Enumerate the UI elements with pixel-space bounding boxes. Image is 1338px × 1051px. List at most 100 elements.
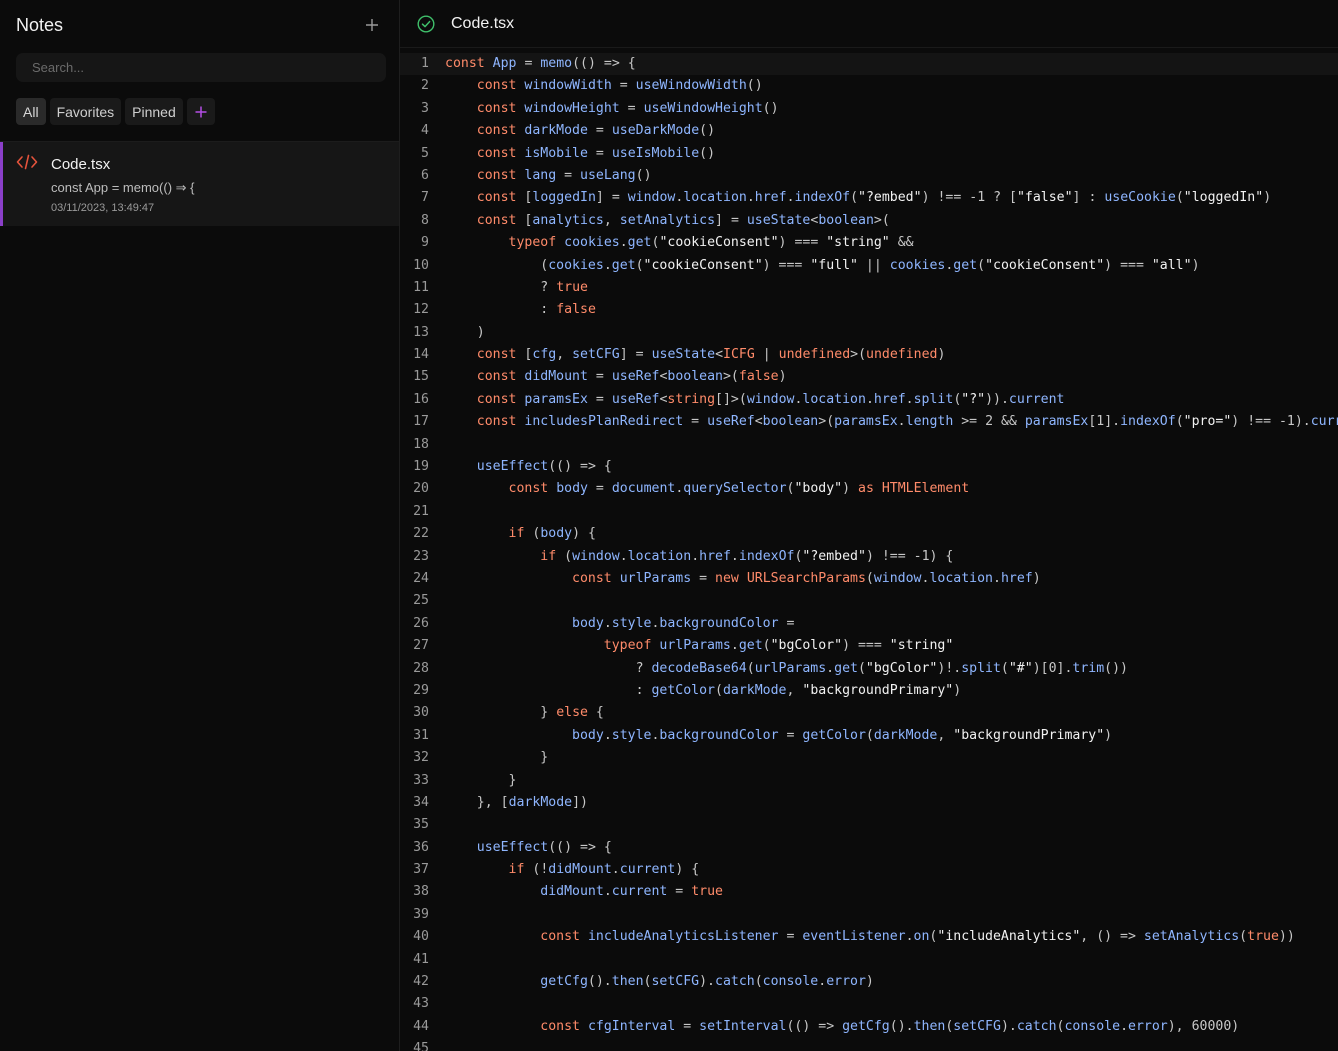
code-line[interactable]: 24 const urlParams = new URLSearchParams… <box>400 568 1338 590</box>
code-line[interactable]: 32 } <box>400 747 1338 769</box>
code-line[interactable]: 15 const didMount = useRef<boolean>(fals… <box>400 366 1338 388</box>
line-number: 7 <box>421 190 429 206</box>
line-number: 21 <box>413 503 429 519</box>
line-number: 43 <box>413 996 429 1012</box>
code-area[interactable]: 1 const App = memo(() => { 2 const windowW… <box>400 53 1338 1051</box>
line-number: 9 <box>421 235 429 251</box>
code-line[interactable]: 44 const cfgInterval = setInterval(() =>… <box>400 1016 1338 1038</box>
code-text: didMount.current = true <box>540 884 723 900</box>
code-text: const [cfg, setCFG] = useState<ICFG | un… <box>476 347 946 363</box>
code-text: const lang = useLang() <box>476 167 652 183</box>
code-line[interactable]: 16 const paramsEx = useRef<string[]>(win… <box>400 389 1338 411</box>
line-number: 12 <box>413 302 429 318</box>
code-line[interactable]: 22 if (body) { <box>400 523 1338 545</box>
add-filter-button[interactable] <box>186 98 215 125</box>
code-line[interactable]: 26 body.style.backgroundColor = <box>400 613 1338 635</box>
code-line[interactable]: 37 if (!didMount.current) { <box>400 859 1338 881</box>
note-list-item[interactable]: Code.tsx const App = memo(() ⇒ { 03/11/2… <box>0 142 399 226</box>
code-line[interactable]: 41 <box>400 949 1338 971</box>
code-line[interactable]: 19 useEffect(() => { <box>400 456 1338 478</box>
code-line[interactable]: 12 : false <box>400 299 1338 321</box>
code-text: const includeAnalyticsListener = eventLi… <box>540 929 1295 945</box>
line-number: 27 <box>413 638 429 654</box>
code-line[interactable]: 45 <box>400 1038 1338 1051</box>
new-note-button[interactable] <box>361 14 383 36</box>
line-number: 25 <box>413 593 429 609</box>
code-line[interactable]: 27 typeof urlParams.get("bgColor") === "… <box>400 635 1338 657</box>
code-text: typeof cookies.get("cookieConsent") === … <box>508 235 914 251</box>
line-number: 33 <box>413 772 429 788</box>
line-number: 29 <box>413 682 429 698</box>
search-input[interactable] <box>16 53 386 82</box>
line-number: 3 <box>421 100 429 116</box>
code-line[interactable]: 2 const windowWidth = useWindowWidth() <box>400 75 1338 97</box>
line-number: 44 <box>413 1018 429 1034</box>
code-text: body.style.backgroundColor = getColor(da… <box>572 727 1113 743</box>
code-line[interactable]: 40 const includeAnalyticsListener = even… <box>400 926 1338 948</box>
code-line[interactable]: 42 getCfg().then(setCFG).catch(console.e… <box>400 971 1338 993</box>
code-text: : false <box>540 302 596 318</box>
code-line[interactable]: 11 ? true <box>400 277 1338 299</box>
code-line[interactable]: 39 <box>400 904 1338 926</box>
filter-pinned[interactable]: Pinned <box>125 98 183 125</box>
code-line[interactable]: 14 const [cfg, setCFG] = useState<ICFG |… <box>400 344 1338 366</box>
note-date: 03/11/2023, 13:49:47 <box>51 202 155 214</box>
code-line[interactable]: 3 const windowHeight = useWindowHeight() <box>400 98 1338 120</box>
code-line[interactable]: 21 <box>400 501 1338 523</box>
code-line[interactable]: 43 <box>400 993 1338 1015</box>
notes-sidebar: Notes All Favorites Pinned <box>0 0 400 1051</box>
code-line[interactable]: 28 ? decodeBase64(urlParams.get("bgColor… <box>400 658 1338 680</box>
code-text: ? decodeBase64(urlParams.get("bgColor")!… <box>635 660 1128 676</box>
filter-all[interactable]: All <box>16 98 46 125</box>
line-number: 13 <box>413 324 429 340</box>
code-line[interactable]: 38 didMount.current = true <box>400 881 1338 903</box>
code-text: const darkMode = useDarkMode() <box>476 123 716 139</box>
code-line[interactable]: 36 useEffect(() => { <box>400 837 1338 859</box>
code-line[interactable]: 23 if (window.location.href.indexOf("?em… <box>400 546 1338 568</box>
code-text: } <box>508 772 517 788</box>
code-line[interactable]: 35 <box>400 814 1338 836</box>
code-line[interactable]: 8 const [analytics, setAnalytics] = useS… <box>400 210 1338 232</box>
code-line[interactable]: 5 const isMobile = useIsMobile() <box>400 143 1338 165</box>
code-line[interactable]: 9 typeof cookies.get("cookieConsent") ==… <box>400 232 1338 254</box>
line-number: 24 <box>413 570 429 586</box>
line-number: 10 <box>413 257 429 273</box>
filter-tabs: All Favorites Pinned <box>0 82 399 125</box>
code-line[interactable]: 31 body.style.backgroundColor = getColor… <box>400 725 1338 747</box>
code-line[interactable]: 20 const body = document.querySelector("… <box>400 478 1338 500</box>
code-line[interactable]: 33 } <box>400 770 1338 792</box>
code-line[interactable]: 6 const lang = useLang() <box>400 165 1338 187</box>
line-number: 28 <box>413 660 429 676</box>
sidebar-header: Notes <box>0 0 399 50</box>
code-text: const windowHeight = useWindowHeight() <box>476 100 779 116</box>
code-line[interactable]: 29 : getColor(darkMode, "backgroundPrima… <box>400 680 1338 702</box>
code-text: const cfgInterval = setInterval(() => ge… <box>540 1018 1240 1034</box>
code-text: const App = memo(() => { <box>445 56 636 71</box>
line-number: 26 <box>413 615 429 631</box>
code-line[interactable]: 25 <box>400 590 1338 612</box>
code-text: useEffect(() => { <box>476 839 612 855</box>
code-text: body.style.backgroundColor = <box>572 615 795 631</box>
code-line[interactable]: 4 const darkMode = useDarkMode() <box>400 120 1338 142</box>
file-name: Code.tsx <box>451 14 515 32</box>
plus-icon <box>195 106 207 117</box>
code-line[interactable]: 17 const includesPlanRedirect = useRef<b… <box>400 411 1338 433</box>
line-number: 16 <box>413 391 429 407</box>
code-text: useEffect(() => { <box>476 459 612 475</box>
code-line[interactable]: 30 } else { <box>400 702 1338 724</box>
code-text: const [analytics, setAnalytics] = useSta… <box>476 212 890 228</box>
line-number: 32 <box>413 750 429 766</box>
note-preview: const App = memo(() ⇒ { <box>51 180 195 195</box>
code-line[interactable]: 7 const [loggedIn] = window.location.hre… <box>400 187 1338 209</box>
code-line[interactable]: 34 }, [darkMode]) <box>400 792 1338 814</box>
code-line[interactable]: 10 (cookies.get("cookieConsent") === "fu… <box>400 255 1338 277</box>
code-line[interactable]: 13 ) <box>400 322 1338 344</box>
line-number: 1 <box>421 56 429 71</box>
code-line[interactable]: 1 const App = memo(() => { <box>400 53 1338 76</box>
code-line[interactable]: 18 <box>400 434 1338 456</box>
app-root: Notes All Favorites Pinned <box>0 0 1338 1051</box>
note-title: Code.tsx <box>51 156 111 173</box>
filter-favorites[interactable]: Favorites <box>49 98 122 125</box>
